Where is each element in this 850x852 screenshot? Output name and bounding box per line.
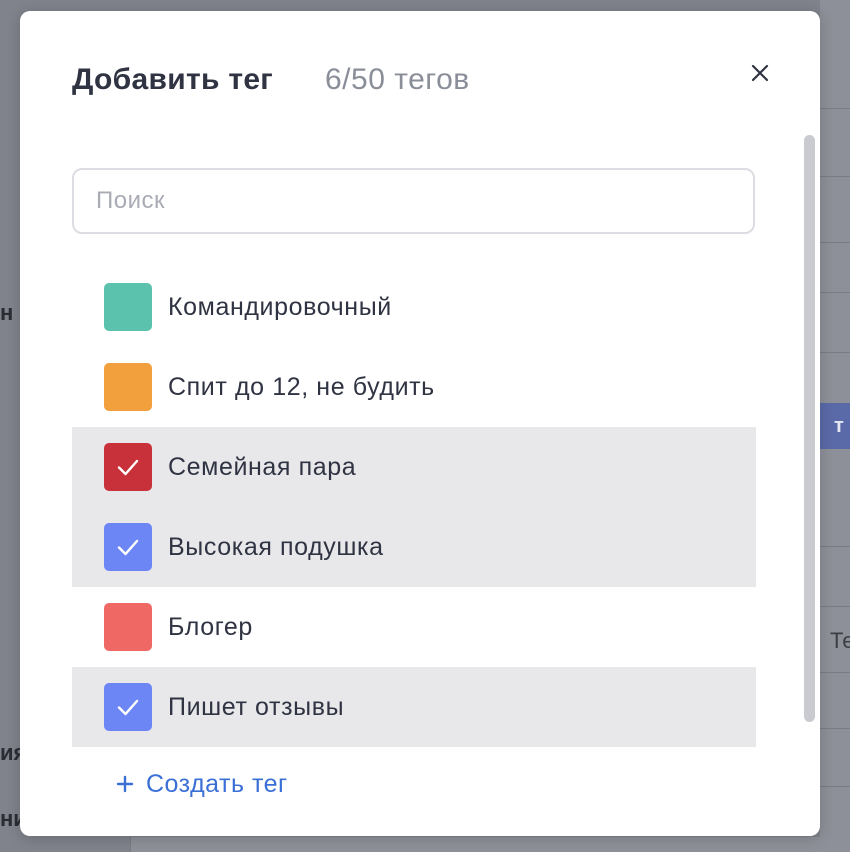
tag-checkbox[interactable]	[104, 283, 152, 331]
background-divider	[820, 352, 850, 353]
background-text-fragment: Те	[830, 628, 850, 653]
tag-label: Блогер	[168, 613, 253, 641]
scrollbar[interactable]	[804, 135, 815, 722]
tag-label: Спит до 12, не будить	[168, 373, 435, 401]
background-divider	[820, 242, 850, 243]
background-divider	[820, 546, 850, 547]
tag-row[interactable]: Семейная пара	[72, 427, 756, 507]
background-divider	[820, 606, 850, 607]
tag-checkbox[interactable]	[104, 683, 152, 731]
background-divider	[820, 292, 850, 293]
background-divider	[820, 786, 850, 787]
tag-row[interactable]: Пишет отзывы	[72, 667, 756, 747]
tag-checkbox[interactable]	[104, 523, 152, 571]
background-divider	[820, 728, 850, 729]
tag-label: Пишет отзывы	[168, 693, 345, 721]
background-left-text: ия	[0, 740, 20, 765]
close-button[interactable]	[748, 61, 772, 85]
dialog-title: Добавить тег	[72, 63, 274, 96]
tag-checkbox[interactable]	[104, 603, 152, 651]
background-bottom-panel	[130, 837, 850, 852]
plus-icon	[116, 775, 134, 793]
tag-count: 6/50 тегов	[325, 63, 470, 96]
background-left-text: н	[0, 300, 14, 325]
add-tag-dialog: Добавить тег 6/50 тегов Командировочный …	[20, 11, 820, 836]
tag-checkbox[interactable]	[104, 443, 152, 491]
tag-label: Высокая подушка	[168, 533, 384, 561]
check-icon	[117, 459, 139, 476]
close-icon	[751, 64, 769, 82]
tag-checkbox[interactable]	[104, 363, 152, 411]
tag-row[interactable]: Блогер	[72, 587, 756, 667]
check-icon	[117, 699, 139, 716]
search-input[interactable]	[72, 168, 755, 234]
tag-row[interactable]: Высокая подушка	[72, 507, 756, 587]
background-divider	[820, 108, 850, 109]
tag-row[interactable]: Командировочный	[72, 267, 756, 347]
tag-row[interactable]: Спит до 12, не будить	[72, 347, 756, 427]
background-left-text: ни	[0, 806, 20, 831]
create-tag-button[interactable]: Создать тег	[116, 764, 288, 804]
create-tag-label: Создать тег	[146, 769, 288, 798]
background-divider	[820, 176, 850, 177]
background-divider	[820, 672, 850, 673]
check-icon	[117, 539, 139, 556]
tag-label: Командировочный	[168, 293, 392, 321]
tag-list: Командировочный Спит до 12, не будить Се…	[72, 267, 756, 747]
tag-label: Семейная пара	[168, 453, 357, 481]
background-blue-button: т о	[820, 403, 850, 449]
